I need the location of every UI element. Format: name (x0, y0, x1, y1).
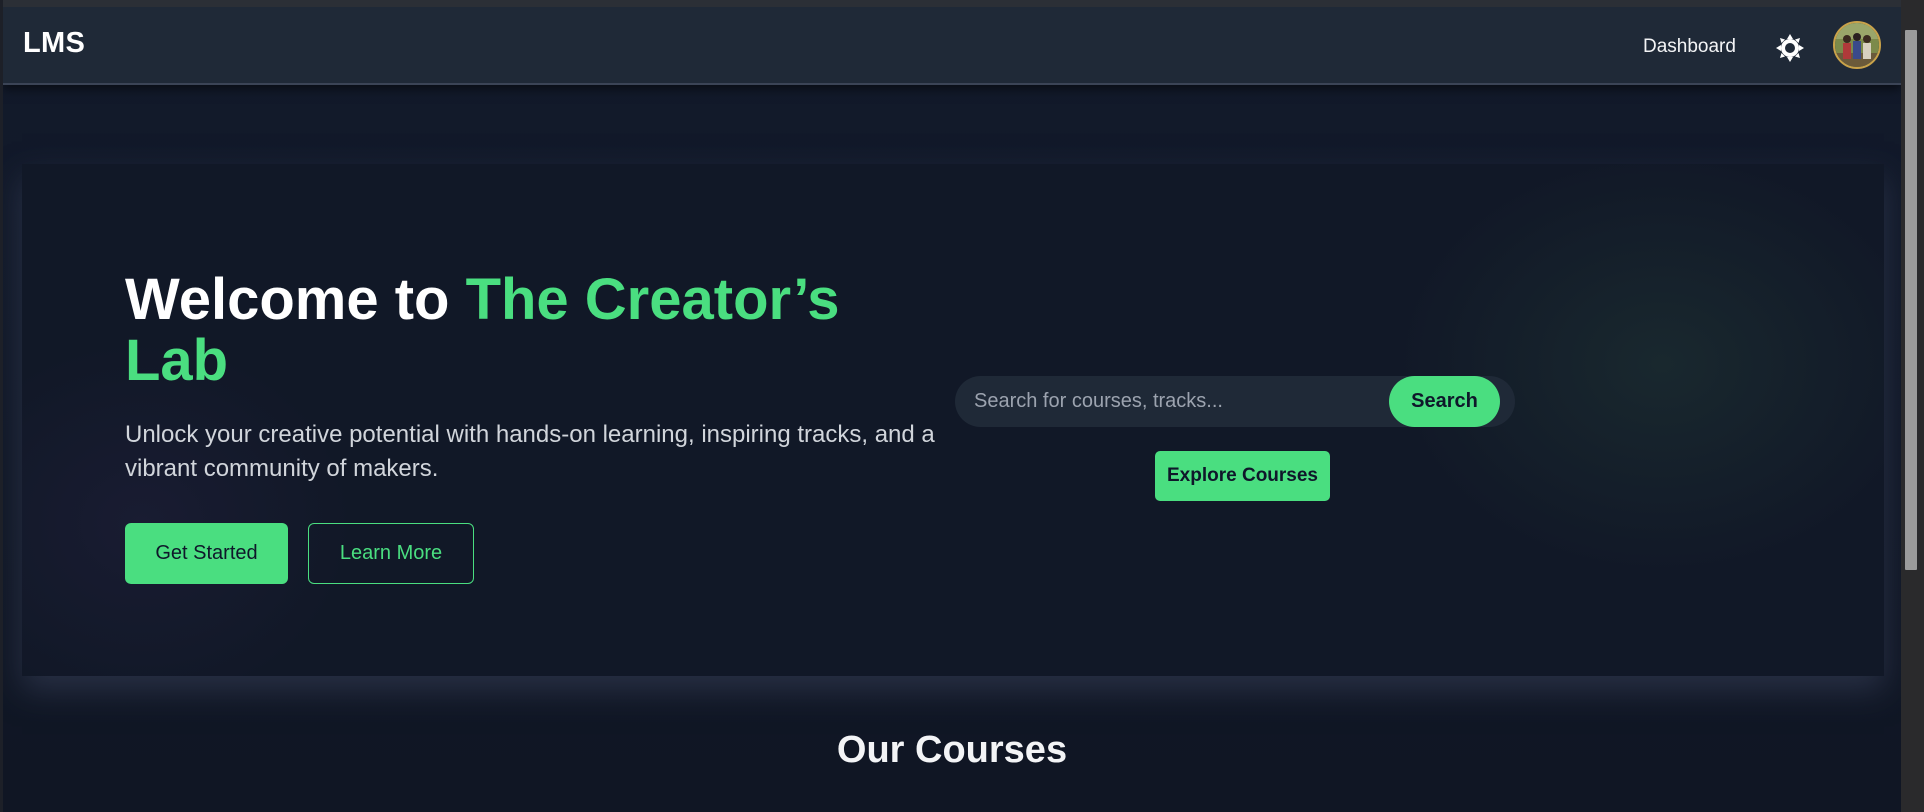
search-button[interactable]: Search (1389, 376, 1500, 427)
search-input[interactable] (955, 376, 1385, 427)
hero-title: Welcome to The Creator’s Lab (125, 269, 885, 391)
logo[interactable]: LMS (23, 27, 85, 60)
user-avatar[interactable] (1833, 21, 1881, 69)
hero-subtitle: Unlock your creative potential with hand… (125, 421, 935, 482)
hero-section: Welcome to The Creator’s Lab Unlock your… (22, 164, 1884, 676)
courses-section-title: Our Courses (836, 729, 1068, 771)
page: LMS Dashboard Welcome to The Creator’s L… (3, 7, 1901, 812)
nav-link-dashboard[interactable]: Dashboard (1643, 36, 1736, 58)
sun-icon[interactable] (1775, 33, 1805, 63)
scrollbar[interactable] (1901, 0, 1924, 812)
navbar: LMS Dashboard (3, 7, 1901, 85)
scrollbar-thumb[interactable] (1905, 30, 1917, 570)
hero-title-prefix: Welcome to (125, 267, 466, 332)
explore-courses-button[interactable]: Explore Courses (1155, 451, 1330, 501)
get-started-button[interactable]: Get Started (125, 523, 288, 584)
search-bar: Search (955, 376, 1515, 427)
learn-more-button[interactable]: Learn More (308, 523, 474, 584)
window-top-bar (0, 0, 1924, 7)
